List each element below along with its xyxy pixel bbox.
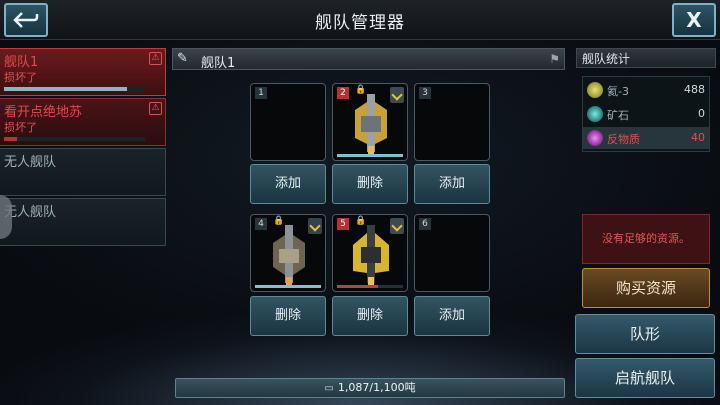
formation-button[interactable]: 队形 (575, 314, 715, 354)
fleet-name: 看开点绝地苏 (4, 105, 83, 120)
slot-number: 6 (419, 218, 431, 230)
weight-icon: ▭ (324, 383, 334, 394)
fleet-hp-bar (4, 87, 145, 91)
ship-slot-1[interactable]: 1 (250, 83, 326, 161)
stats-box: 氦-3 488 矿石 0 反物质 40 (582, 76, 710, 152)
stat-row-ore: 矿石 0 (583, 103, 709, 125)
add-ship-button-6[interactable]: 添加 (414, 296, 490, 336)
fleet-hp-bar (4, 137, 145, 141)
slot-hp-bar (337, 285, 403, 288)
ship-black-gold-icon (353, 225, 389, 285)
slot-hp-bar (255, 285, 321, 288)
fleet-item-2[interactable]: 看开点绝地苏 损坏了 ⚠ (0, 98, 166, 146)
helium-icon (587, 82, 603, 98)
fleet-item-1[interactable]: 舰队1 损坏了 ⚠ (0, 48, 166, 96)
stat-row-helium: 氦-3 488 (583, 79, 709, 101)
ore-icon (587, 106, 603, 122)
fleet-name: 无人舰队 (4, 155, 57, 170)
pencil-icon[interactable]: ✎ (177, 51, 188, 66)
top-bar: 舰队管理器 X (0, 0, 720, 40)
fleet-header-label: 舰队1 (201, 56, 236, 71)
ship-gold-icon (355, 94, 387, 154)
launch-fleet-button[interactable]: 启航舰队 (575, 358, 715, 398)
fleet-header: ✎ 舰队1 ⚑ (172, 48, 565, 71)
damage-icon: ⚠ (149, 102, 162, 115)
remove-ship-button-2[interactable]: 删除 (332, 164, 408, 204)
stats-title: 舰队统计 (576, 48, 716, 68)
stat-label: 反物质 (607, 133, 640, 146)
fleet-item-4[interactable]: 无人舰队 (0, 198, 166, 246)
ship-slot-5[interactable]: 5 🔒 (332, 214, 408, 292)
tonnage-text: 1,087/1,100吨 (337, 381, 416, 394)
side-drawer-handle[interactable] (0, 195, 12, 239)
fleet-status: 损坏了 (4, 121, 37, 134)
buy-resources-button[interactable]: 购买资源 (582, 268, 710, 308)
ship-slot-3[interactable]: 3 (414, 83, 490, 161)
fleet-name: 舰队1 (4, 55, 39, 70)
slot-hp-bar (337, 154, 403, 157)
stat-value: 0 (698, 107, 705, 120)
add-ship-button-1[interactable]: 添加 (250, 164, 326, 204)
ship-grey-icon (273, 225, 305, 285)
slot-number: 1 (255, 87, 267, 99)
remove-ship-button-5[interactable]: 删除 (332, 296, 408, 336)
antimatter-icon (587, 130, 603, 146)
close-icon: X (686, 8, 702, 32)
close-button[interactable]: X (672, 3, 716, 37)
flag-icon: ⚑ (549, 52, 560, 66)
stat-value: 488 (684, 83, 705, 96)
slot-number: 3 (419, 87, 431, 99)
page-title: 舰队管理器 (315, 13, 405, 33)
stat-value: 40 (691, 131, 705, 144)
ship-slot-6[interactable]: 6 (414, 214, 490, 292)
ship-slot-4[interactable]: 4 🔒 (250, 214, 326, 292)
stat-label: 氦-3 (607, 85, 629, 98)
ship-slot-2[interactable]: 2 🔒 (332, 83, 408, 161)
fleet-status: 损坏了 (4, 71, 37, 84)
remove-ship-button-4[interactable]: 删除 (250, 296, 326, 336)
stat-row-antimatter: 反物质 40 (583, 127, 709, 149)
fleet-item-3[interactable]: 无人舰队 (0, 148, 166, 196)
insufficient-resources-warning: 没有足够的资源。 (582, 214, 710, 264)
add-ship-button-3[interactable]: 添加 (414, 164, 490, 204)
tonnage-bar: ▭ 1,087/1,100吨 (175, 378, 565, 398)
stat-label: 矿石 (607, 109, 629, 122)
damage-icon: ⚠ (149, 52, 162, 65)
